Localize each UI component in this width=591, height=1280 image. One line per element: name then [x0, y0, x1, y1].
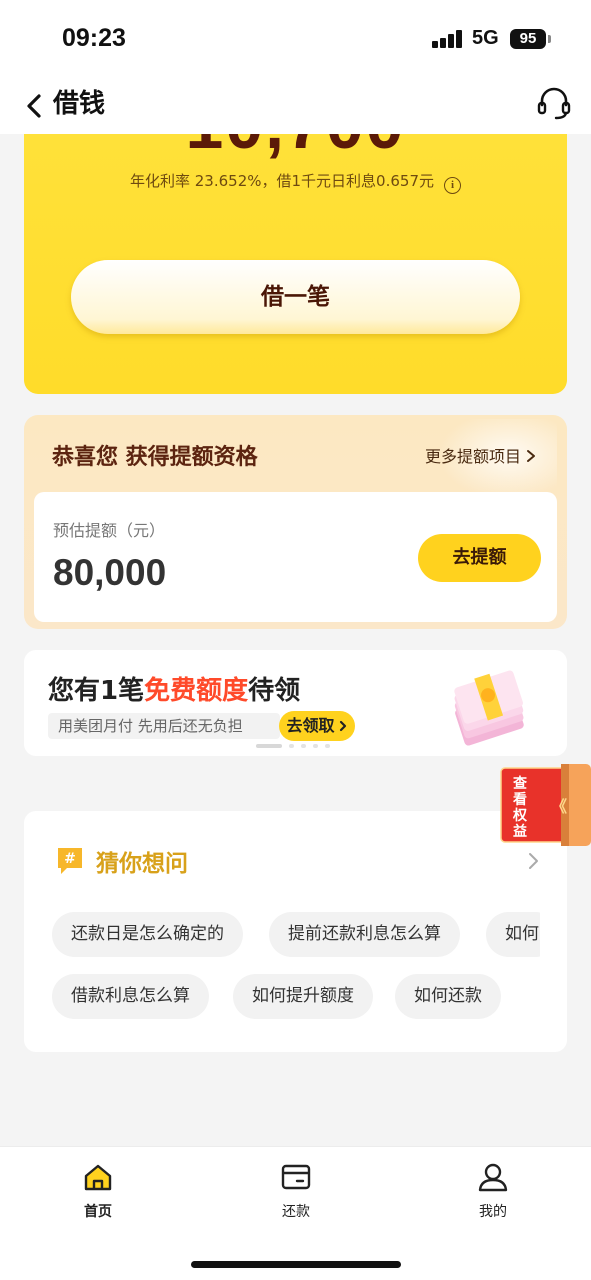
carousel-dot	[301, 744, 306, 748]
svg-text:《: 《	[551, 797, 567, 816]
faq-card: # 猜你想问 还款日是怎么确定的 提前还款利息怎么算 如何 借款利息怎么算 如何…	[24, 811, 567, 1052]
banner-subtitle: 用美团月付 先用后还无负担	[48, 713, 280, 739]
tab-repay[interactable]: 还款	[246, 1161, 346, 1231]
benefits-char: 看	[512, 791, 527, 808]
customer-service-button[interactable]	[536, 84, 572, 124]
money-stack-icon	[454, 670, 524, 746]
tab-mine[interactable]: 我的	[443, 1161, 543, 1231]
quota-card: 恭喜您 获得提额资格 更多提额项目 预估提额（元） 80,000 去提额	[24, 415, 567, 629]
estimate-label: 预估提额（元）	[53, 521, 166, 540]
faq-chip[interactable]: 如何	[486, 912, 540, 957]
battery-level: 95	[519, 30, 537, 47]
faq-chips: 还款日是怎么确定的 提前还款利息怎么算 如何 借款利息怎么算 如何提升额度 如何…	[52, 912, 540, 1032]
faq-title: 猜你想问	[96, 851, 188, 877]
scroll-content[interactable]: 10,700 年化利率 23.652%，借1千元日利息0.657元 i 借一笔 恭…	[0, 134, 591, 1146]
chevron-right-icon	[339, 720, 346, 732]
estimate-value: 80,000	[53, 552, 167, 593]
back-button[interactable]	[22, 84, 52, 128]
faq-chip[interactable]: 借款利息怎么算	[52, 974, 209, 1019]
tab-home[interactable]: 首页	[48, 1161, 148, 1231]
tab-label: 首页	[84, 1204, 112, 1220]
tab-bar: 首页 还款 我的	[0, 1146, 591, 1280]
wallet-icon	[281, 1164, 311, 1190]
status-bar: 09:23 5G 95	[0, 0, 591, 78]
banner-title-highlight: 免费额度	[144, 676, 249, 706]
battery-icon: 95	[510, 29, 546, 49]
claim-button-label: 去领取	[286, 716, 335, 735]
promo-banner[interactable]: 您有1笔免费额度待领 用美团月付 先用后还无负担 去领取	[24, 650, 567, 756]
faq-chip[interactable]: 如何提升额度	[233, 974, 373, 1019]
loan-card: 10,700 年化利率 23.652%，借1千元日利息0.657元 i 借一笔	[24, 134, 567, 394]
rate-text: 年化利率 23.652%，借1千元日利息0.657元	[130, 172, 434, 190]
tab-label: 我的	[479, 1204, 507, 1220]
view-benefits-tab[interactable]: 《 查 看 权 益	[497, 764, 591, 846]
chevron-right-icon	[527, 450, 535, 462]
faq-chip[interactable]: 如何还款	[395, 974, 501, 1019]
rate-info: 年化利率 23.652%，借1千元日利息0.657元 i	[24, 170, 567, 194]
benefits-char: 益	[513, 823, 527, 840]
home-icon	[84, 1164, 112, 1191]
tab-label: 还款	[282, 1204, 310, 1220]
banner-title-suffix: 待领	[248, 676, 301, 706]
carousel-dot	[256, 744, 282, 748]
page-title: 借钱	[53, 89, 106, 119]
quota-estimate-panel: 预估提额（元） 80,000 去提额	[34, 492, 557, 622]
carousel-dot	[325, 744, 330, 748]
banner-title: 您有1笔免费额度待领	[48, 670, 300, 707]
quota-title: 恭喜您 获得提额资格	[52, 445, 258, 470]
more-quota-label: 更多提额项目	[424, 447, 521, 466]
battery-tip	[548, 35, 551, 43]
status-time: 09:23	[62, 24, 126, 52]
carousel-dot	[289, 744, 294, 748]
benefits-char: 查	[513, 775, 528, 792]
hashtag-chat-icon: #	[58, 848, 82, 874]
available-amount: 10,700	[24, 134, 567, 164]
faq-chip[interactable]: 提前还款利息怎么算	[269, 912, 460, 957]
signal-icon	[432, 30, 464, 48]
banner-title-prefix: 您有1笔	[48, 676, 145, 706]
faq-chip[interactable]: 还款日是怎么确定的	[52, 912, 243, 957]
more-quota-link[interactable]: 更多提额项目	[425, 443, 537, 467]
borrow-button[interactable]: 借一笔	[71, 260, 520, 334]
chevron-right-icon[interactable]	[526, 851, 540, 871]
network-type: 5G	[472, 27, 499, 49]
headset-icon	[537, 87, 571, 120]
info-icon[interactable]: i	[444, 177, 461, 194]
carousel-dot	[313, 744, 318, 748]
raise-quota-button[interactable]: 去提额	[418, 534, 541, 582]
chevron-left-icon	[27, 94, 41, 118]
user-icon	[478, 1163, 508, 1192]
nav-bar: 借钱	[0, 78, 591, 134]
benefits-char: 权	[512, 807, 528, 824]
claim-button[interactable]: 去领取	[279, 711, 355, 741]
home-indicator	[191, 1261, 401, 1268]
svg-text:#: #	[64, 851, 76, 867]
